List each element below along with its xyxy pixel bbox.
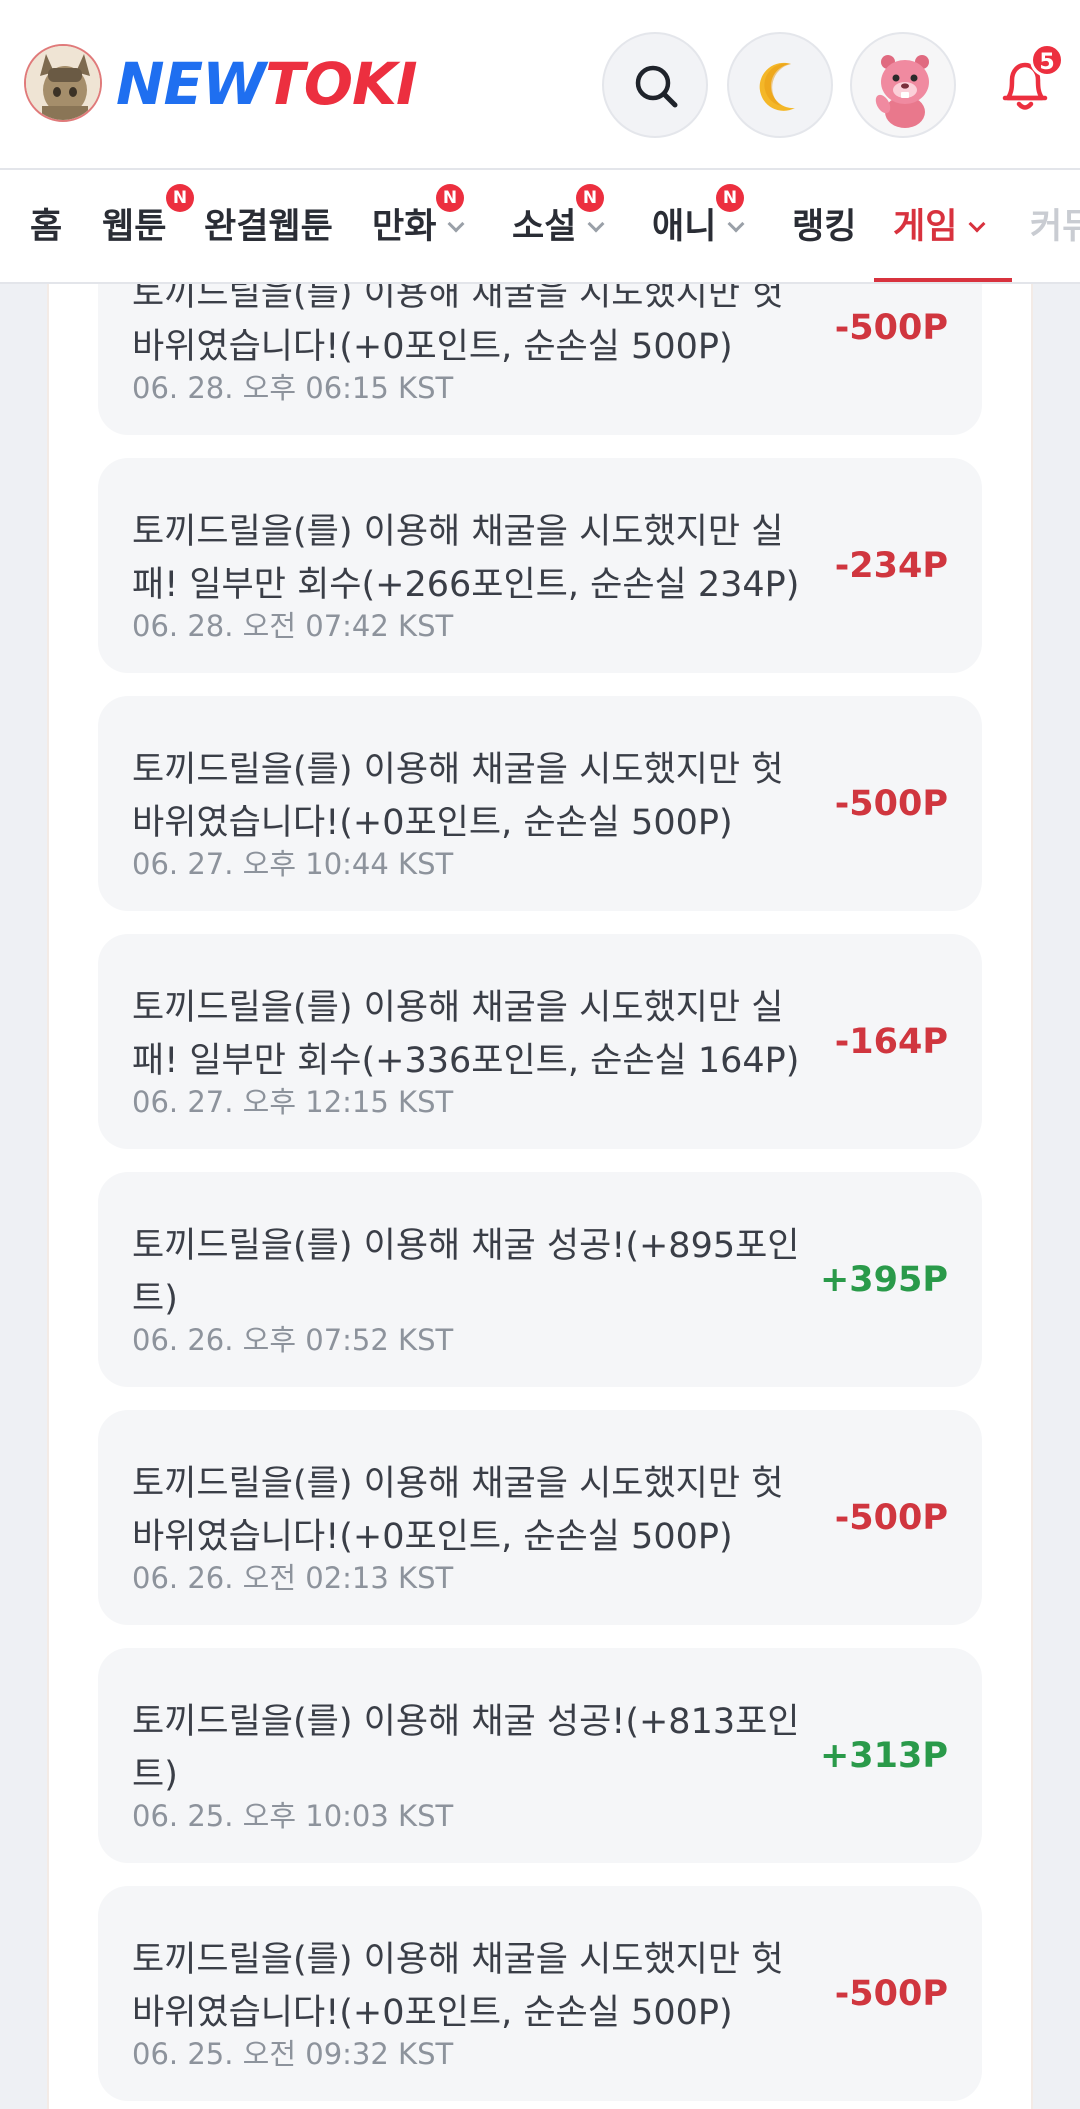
history-description-line: 토끼드릴을(를) 이용해 채굴 성공!(+813포인	[132, 1702, 800, 1742]
nav-tab-label: 웹툰	[102, 207, 167, 247]
history-item: 토끼드릴을(를) 이용해 채굴을 시도했지만 헛 바위였습니다!(+0포인트, 순…	[98, 1410, 982, 1625]
history-description-line: 토끼드릴을(를) 이용해 채굴 성공!(+895포인	[132, 1226, 800, 1266]
search-button[interactable]	[602, 32, 708, 138]
history-item: 토끼드릴을(를) 이용해 채굴을 시도했지만 헛 바위였습니다!(+0포인트, 순…	[98, 1886, 982, 2101]
history-timestamp: 06. 27. 오후 12:15 KST	[132, 1085, 454, 1119]
point-change-amount: -500P	[834, 1497, 948, 1538]
history-description: 토끼드릴을(를) 이용해 채굴을 시도했지만 헛 바위였습니다!(+0포인트, 순…	[132, 744, 812, 850]
history-item: 토끼드릴을(를) 이용해 채굴 성공!(+813포인 트) 06. 25. 오후 1…	[98, 1648, 982, 1863]
mascot-icon	[26, 46, 100, 120]
history-description: 토끼드릴을(를) 이용해 채굴을 시도했지만 실 패! 일부만 회수(+336포인…	[132, 982, 812, 1088]
history-item: 토끼드릴을(를) 이용해 채굴을 시도했지만 실 패! 일부만 회수(+266포인…	[98, 458, 982, 673]
point-change-amount: -500P	[834, 783, 948, 824]
category-nav: 홈웹툰N완결웹툰만화N소설N애니N랭킹게임커뮤	[0, 170, 1080, 284]
logo-new: NEW	[116, 50, 266, 118]
history-timestamp: 06. 25. 오후 10:03 KST	[132, 1799, 454, 1833]
point-change-amount: +313P	[819, 1735, 948, 1776]
nav-tab-label: 홈	[30, 207, 63, 247]
new-badge: N	[436, 184, 464, 212]
nav-tab-label: 완결웹툰	[204, 207, 333, 247]
chevron-down-icon	[727, 215, 745, 233]
history-description: 토끼드릴을(를) 이용해 채굴 성공!(+813포인 트)	[132, 1696, 812, 1802]
history-timestamp: 06. 28. 오전 07:42 KST	[132, 609, 454, 643]
point-change-amount: -164P	[834, 1021, 948, 1062]
history-timestamp: 06. 25. 오전 09:32 KST	[132, 2037, 454, 2071]
search-icon	[635, 65, 678, 108]
point-change-amount: -500P	[834, 307, 948, 348]
nav-tab-label: 랭킹	[792, 207, 857, 247]
history-item: 토끼드릴을(를) 이용해 채굴 성공!(+895포인 트) 06. 26. 오후 0…	[98, 1172, 982, 1387]
history-description: 토끼드릴을(를) 이용해 채굴 성공!(+895포인 트)	[132, 1220, 812, 1326]
nav-tab-label: 게임	[893, 207, 958, 247]
nav-tab-label: 만화	[372, 207, 437, 247]
site-logo-text[interactable]: NEWTOKI	[116, 50, 418, 118]
nav-tab-label: 애니	[652, 207, 717, 247]
history-description-line: 토끼드릴을(를) 이용해 채굴을 시도했지만 헛	[132, 1940, 784, 1980]
chevron-down-icon	[968, 215, 986, 233]
chevron-down-icon	[447, 215, 465, 233]
notification-count-badge: 5	[1030, 43, 1064, 77]
history-description: 토끼드릴을(를) 이용해 채굴을 시도했지만 실 패! 일부만 회수(+266포인…	[132, 506, 812, 612]
history-description: 토끼드릴을(를) 이용해 채굴을 시도했지만 헛 바위였습니다!(+0포인트, 순…	[132, 1458, 812, 1564]
logo-toki: TOKI	[265, 50, 417, 118]
history-description-line: 토끼드릴을(를) 이용해 채굴을 시도했지만 헛	[132, 1464, 784, 1504]
top-header: NEWTOKI 5	[0, 0, 1080, 170]
point-change-amount: -234P	[834, 545, 948, 586]
moon-icon	[759, 62, 795, 111]
nav-tab-0[interactable]: 홈	[30, 170, 63, 282]
point-change-amount: +395P	[819, 1259, 948, 1300]
nav-tab-6[interactable]: 랭킹	[792, 170, 857, 282]
history-description-line: 토끼드릴을(를) 이용해 채굴을 시도했지만 실	[132, 512, 784, 552]
history-description-line: 토끼드릴을(를) 이용해 채굴을 시도했지만 헛	[132, 750, 784, 790]
nav-tab-label: 소설	[512, 207, 577, 247]
history-item: 토끼드릴을(를) 이용해 채굴을 시도했지만 실 패! 일부만 회수(+336포인…	[98, 934, 982, 1149]
nav-tab-8[interactable]: 커뮤	[1030, 170, 1080, 282]
nav-tab-7[interactable]: 게임	[893, 170, 986, 282]
new-badge: N	[166, 184, 194, 212]
history-timestamp: 06. 26. 오전 02:13 KST	[132, 1561, 454, 1595]
new-badge: N	[576, 184, 604, 212]
history-timestamp: 06. 27. 오후 10:44 KST	[132, 847, 454, 881]
nav-tab-1[interactable]: 웹툰	[102, 170, 167, 282]
chevron-down-icon	[587, 215, 605, 233]
nav-tab-label: 커뮤	[1030, 207, 1080, 247]
point-change-amount: -500P	[834, 1973, 948, 2014]
history-timestamp: 06. 26. 오후 07:52 KST	[132, 1323, 454, 1357]
history-description-line: 토끼드릴을(를) 이용해 채굴을 시도했지만 실	[132, 988, 784, 1028]
user-avatar-button[interactable]	[850, 32, 956, 138]
avatar-icon	[875, 55, 929, 128]
history-description: 토끼드릴을(를) 이용해 채굴을 시도했지만 헛 바위였습니다!(+0포인트, 순…	[132, 1934, 812, 2040]
history-timestamp: 06. 28. 오후 06:15 KST	[132, 371, 454, 405]
page: 토끼드릴을(를) 이용해 채굴을 시도했지만 헛 바위였습니다!(+0포인트, 순…	[0, 0, 1080, 2109]
site-logo-mascot[interactable]	[24, 44, 102, 122]
new-badge: N	[716, 184, 744, 212]
dark-mode-toggle[interactable]	[727, 32, 833, 138]
history-item: 토끼드릴을(를) 이용해 채굴을 시도했지만 헛 바위였습니다!(+0포인트, 순…	[98, 696, 982, 911]
nav-tab-2[interactable]: 완결웹툰	[204, 170, 333, 282]
point-history-list: 토끼드릴을(를) 이용해 채굴을 시도했지만 헛 바위였습니다!(+0포인트, 순…	[98, 220, 982, 2109]
